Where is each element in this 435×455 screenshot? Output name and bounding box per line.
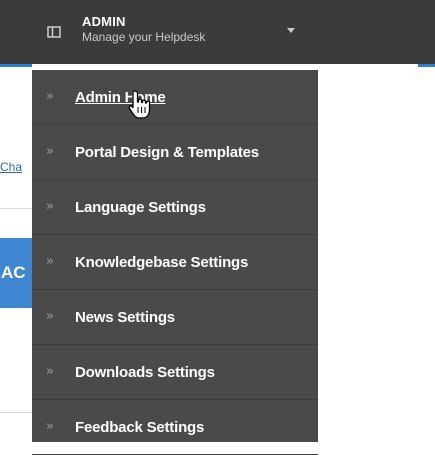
chevron-right-icon: » bbox=[46, 363, 54, 379]
menu-item-downloads-settings[interactable]: » Downloads Settings bbox=[32, 345, 318, 400]
menu-item-label: Feedback Settings bbox=[75, 418, 205, 436]
menu-item-label: Knowledgebase Settings bbox=[75, 253, 249, 271]
chevron-right-icon: » bbox=[46, 418, 54, 434]
hand-pointer-icon bbox=[128, 90, 151, 119]
caret-down-icon bbox=[287, 28, 295, 33]
chevron-right-icon: » bbox=[46, 88, 54, 104]
menu-item-admin-home[interactable]: » Admin Home bbox=[32, 70, 318, 125]
background-link[interactable]: Cha bbox=[0, 160, 32, 174]
admin-menu-title: ADMIN bbox=[82, 14, 126, 29]
background-divider bbox=[0, 208, 32, 209]
topbar-accent-line-right bbox=[418, 64, 435, 67]
menu-item-label: Language Settings bbox=[75, 198, 206, 216]
background-action-button-label: AC bbox=[1, 263, 26, 282]
menu-item-knowledgebase-settings[interactable]: » Knowledgebase Settings bbox=[32, 235, 318, 290]
topbar-accent-line bbox=[0, 64, 32, 67]
columns-icon bbox=[47, 26, 61, 38]
menu-item-news-settings[interactable]: » News Settings bbox=[32, 290, 318, 345]
menu-item-label: News Settings bbox=[75, 308, 175, 326]
menu-item-language-settings[interactable]: » Language Settings bbox=[32, 180, 318, 235]
admin-dropdown-menu: » Admin Home » Portal Design & Templates… bbox=[32, 70, 318, 455]
chevron-right-icon: » bbox=[46, 143, 54, 159]
chevron-right-icon: » bbox=[46, 253, 54, 269]
admin-menu-subtitle: Manage your Helpdesk bbox=[82, 30, 206, 44]
background-action-button[interactable]: AC bbox=[0, 238, 32, 308]
menu-item-portal-design-templates[interactable]: » Portal Design & Templates bbox=[32, 125, 318, 180]
menu-item-feedback-settings[interactable]: » Feedback Settings bbox=[32, 400, 318, 455]
chevron-right-icon: » bbox=[46, 198, 54, 214]
chevron-right-icon: » bbox=[46, 308, 54, 324]
background-divider bbox=[0, 412, 32, 413]
admin-menu-toggle[interactable]: ADMIN Manage your Helpdesk bbox=[32, 0, 418, 64]
menu-item-label: Downloads Settings bbox=[75, 363, 215, 381]
menu-item-label: Portal Design & Templates bbox=[75, 143, 259, 161]
